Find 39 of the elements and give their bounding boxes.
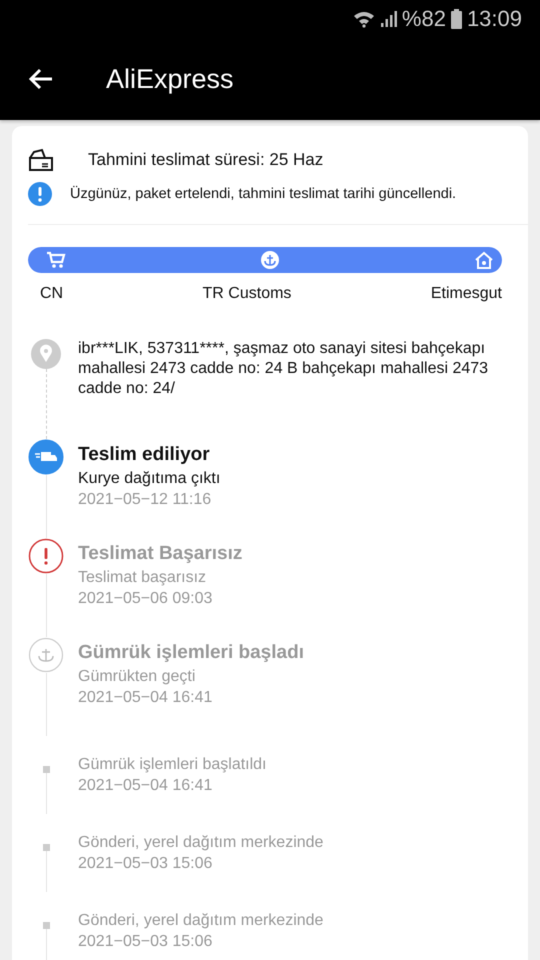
event-detail: Gümrükten geçti — [78, 667, 196, 687]
event-title: Teslim ediliyor — [78, 443, 211, 467]
event-detail: Gönderi, yerel dağıtım merkezinde — [78, 833, 324, 853]
anchor-icon — [261, 251, 279, 269]
timeline-marker — [42, 844, 50, 851]
event-time: 2021−05−04 16:41 — [78, 688, 214, 708]
event-detail: Gümrük işlemleri başlatıldı — [78, 755, 266, 775]
app-title: AliExpress — [106, 64, 234, 94]
alert-icon — [28, 538, 64, 574]
event-time: 2021−05−12 11:16 — [78, 490, 212, 510]
event-detail: Kurye dağıtıma çıktı — [78, 469, 220, 489]
truck-icon — [28, 439, 64, 475]
delivery-estimate: Tahmini teslimat süresi: 25 Haz — [88, 150, 324, 170]
battery-percent: %82 — [402, 6, 446, 32]
delay-notice: Üzgünüz, paket ertelendi, tahmini teslimat tarihi güncellendi. — [70, 186, 456, 202]
event-detail: Gönderi, yerel dağıtım merkezinde — [78, 911, 324, 931]
event-time: 2021−05−06 09:03 — [78, 589, 214, 609]
cart-icon — [46, 251, 66, 269]
home-icon — [474, 251, 494, 269]
route-stop-label: CN — [40, 285, 64, 303]
event-detail: Teslimat başarısız — [78, 568, 208, 588]
anchor-icon — [28, 637, 64, 673]
back-arrow-icon — [28, 67, 54, 91]
event-title: Gümrük işlemleri başladı — [78, 641, 304, 665]
clock: 13:09 — [466, 6, 522, 32]
route-stop-label: TR Customs — [202, 285, 292, 303]
event-time: 2021−05−04 16:41 — [78, 776, 214, 796]
event-title: Teslimat Başarısız — [78, 542, 242, 566]
timeline-marker — [42, 766, 50, 773]
timeline-marker — [42, 922, 50, 929]
battery-icon — [450, 9, 462, 29]
package-icon — [28, 148, 54, 172]
route-stop-label: Etimesgut — [430, 285, 502, 303]
wifi-icon — [352, 10, 376, 28]
info-icon — [28, 182, 52, 206]
shipping-address: ibr***LIK, 537311****, şaşmaz oto sanayi sitesi bahçekapı mahallesi 2473 cadde no: 24 B bahçekapı mahallesi 2473 cadde no: 24/ — [78, 339, 490, 399]
event-time: 2021−05−03 15:06 — [78, 932, 214, 952]
event-time: 2021−05−03 15:06 — [78, 854, 214, 874]
signal-icon — [380, 10, 397, 28]
